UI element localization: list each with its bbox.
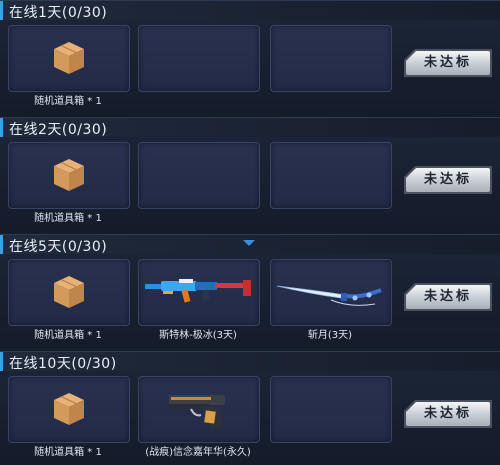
crate-icon bbox=[54, 276, 84, 308]
scroll-down-icon[interactable] bbox=[243, 240, 255, 246]
header-accent bbox=[0, 352, 3, 372]
reward-row-body: 随机道具箱 * 1 未达标 bbox=[0, 20, 500, 118]
reward-row-title: 在线1天(0/30) bbox=[9, 5, 108, 21]
reward-row-header: 在线10天(0/30) bbox=[0, 351, 500, 372]
reward-slot[interactable] bbox=[138, 376, 260, 443]
reward-slot-label: 斩月(3天) bbox=[307, 330, 353, 341]
header-accent bbox=[0, 235, 3, 255]
reward-slot[interactable] bbox=[270, 259, 392, 326]
pistol-icon bbox=[169, 395, 225, 429]
reward-slot[interactable] bbox=[138, 259, 260, 326]
reward-slot[interactable] bbox=[8, 25, 130, 92]
reward-slot-empty[interactable] bbox=[138, 142, 260, 209]
reward-slot-label: 随机道具箱 * 1 bbox=[34, 213, 102, 224]
reward-row-body: 随机道具箱 * 1 (战痕)信念嘉年华(永久) 未达标 bbox=[0, 371, 500, 465]
reward-row-header: 在线2天(0/30) bbox=[0, 117, 500, 138]
reward-row-body: 随机道具箱 * 1 未达标 bbox=[0, 137, 500, 235]
reward-slot-empty[interactable] bbox=[270, 376, 392, 443]
reward-row-body: 随机道具箱 * 1 斯特林-极冰(3天) 斩月(3天) 未达标 bbox=[0, 254, 500, 352]
header-accent bbox=[0, 1, 3, 21]
reward-slot-empty[interactable] bbox=[270, 142, 392, 209]
sword-icon bbox=[276, 285, 382, 306]
header-accent bbox=[0, 118, 3, 138]
reward-slot-label: 斯特林-极冰(3天) bbox=[159, 330, 237, 341]
reward-slot-empty[interactable] bbox=[270, 25, 392, 92]
reward-slot-label: 随机道具箱 * 1 bbox=[34, 447, 102, 458]
crate-icon bbox=[54, 393, 84, 425]
reward-slot-empty[interactable] bbox=[138, 25, 260, 92]
reward-slot[interactable] bbox=[8, 259, 130, 326]
reward-slot-label: (战痕)信念嘉年华(永久) bbox=[145, 447, 251, 458]
reward-slot[interactable] bbox=[8, 376, 130, 443]
crate-icon bbox=[54, 42, 84, 74]
status-button[interactable]: 未达标 bbox=[406, 285, 490, 309]
reward-row-header: 在线1天(0/30) bbox=[0, 0, 500, 21]
rifle-icon bbox=[145, 279, 251, 303]
reward-row-title: 在线5天(0/30) bbox=[9, 239, 108, 255]
reward-slot-label: 随机道具箱 * 1 bbox=[34, 96, 102, 107]
crate-icon bbox=[54, 159, 84, 191]
status-button[interactable]: 未达标 bbox=[406, 51, 490, 75]
reward-row-title: 在线2天(0/30) bbox=[9, 122, 108, 138]
status-button[interactable]: 未达标 bbox=[406, 168, 490, 192]
status-button[interactable]: 未达标 bbox=[406, 402, 490, 426]
reward-slot-label: 随机道具箱 * 1 bbox=[34, 330, 102, 341]
reward-row-title: 在线10天(0/30) bbox=[9, 356, 117, 372]
reward-slot[interactable] bbox=[8, 142, 130, 209]
